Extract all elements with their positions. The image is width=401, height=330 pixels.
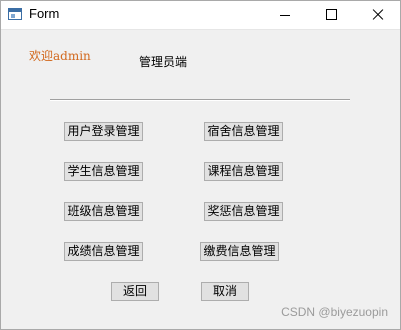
close-icon[interactable]	[355, 1, 401, 29]
minimize-icon[interactable]	[263, 1, 309, 29]
grade-info-manage-button[interactable]: 成绩信息管理	[64, 242, 143, 261]
student-info-manage-button[interactable]: 学生信息管理	[64, 162, 143, 181]
cancel-button[interactable]: 取消	[201, 282, 249, 301]
watermark: CSDN @biyezuopin	[281, 305, 388, 319]
title-bar: Form	[1, 1, 400, 30]
window-title: Form	[29, 6, 60, 21]
class-info-manage-button[interactable]: 班级信息管理	[64, 202, 143, 221]
maximize-icon[interactable]	[309, 1, 355, 29]
dorm-info-manage-button[interactable]: 宿舍信息管理	[204, 122, 283, 141]
payment-info-manage-button[interactable]: 缴费信息管理	[200, 242, 279, 261]
welcome-label: 欢迎admin	[29, 49, 91, 63]
form-window-icon	[8, 8, 22, 20]
divider	[50, 99, 350, 101]
reward-info-manage-button[interactable]: 奖惩信息管理	[204, 202, 283, 221]
course-info-manage-button[interactable]: 课程信息管理	[204, 162, 283, 181]
back-button[interactable]: 返回	[111, 282, 159, 301]
role-label: 管理员端	[139, 55, 188, 69]
user-login-manage-button[interactable]: 用户登录管理	[64, 122, 143, 141]
form-window: Form 欢迎admin 管理员端 用户登录管理 宿舍信息管理 学生信息管理 课…	[0, 0, 401, 330]
